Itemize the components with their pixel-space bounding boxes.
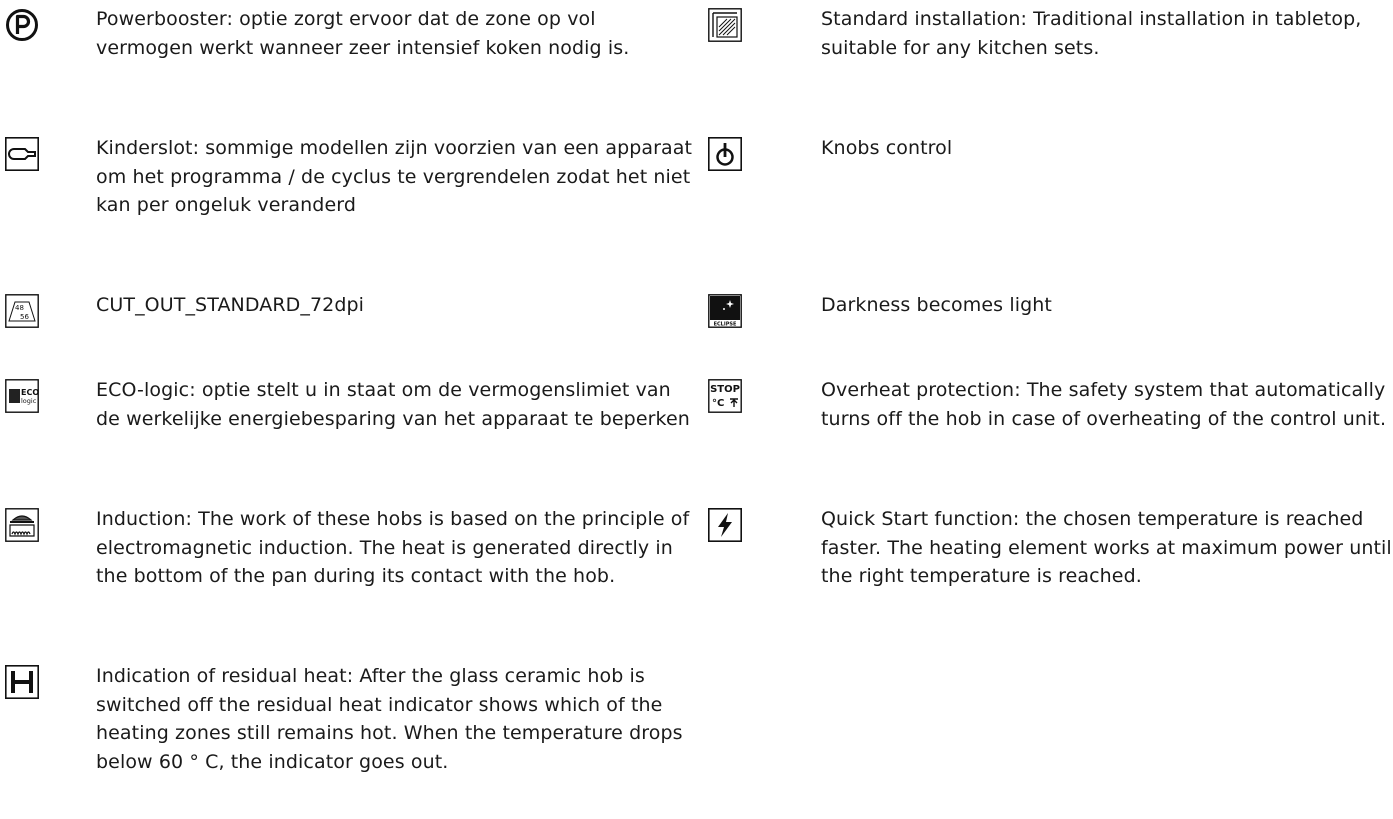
cut-out-top-label: 48 xyxy=(15,304,24,312)
cut-out-standard-icon: 48 56 xyxy=(5,294,39,328)
standard-installation-icon xyxy=(708,8,742,42)
cut-out-bottom-label: 56 xyxy=(20,313,29,321)
induction-icon xyxy=(5,508,39,542)
eclipse-label: ECLIPSE xyxy=(714,322,737,328)
feature-cut-out-standard: 48 56 CUT_OUT_STANDARD_72dpi xyxy=(5,291,696,328)
feature-text: Powerbooster: optie zorgt ervoor dat de … xyxy=(96,8,630,59)
celsius-label: °C xyxy=(712,398,724,409)
feature-text: Overheat protection: The safety system t… xyxy=(821,379,1387,430)
feature-quick-start: Quick Start function: the chosen tempera… xyxy=(708,505,1393,591)
feature-residual-heat: Indication of residual heat: After the g… xyxy=(5,662,696,776)
feature-child-lock: Kinderslot: sommige modellen zijn voorzi… xyxy=(5,134,696,220)
feature-overheat-protection: STOP °C Overheat protection: The safety … xyxy=(708,376,1393,433)
feature-powerbooster: Powerbooster: optie zorgt ervoor dat de … xyxy=(5,5,696,62)
feature-text: Darkness becomes light xyxy=(821,294,1052,316)
eco-logic-icon: ECO logic xyxy=(5,379,39,413)
eco-label: ECO xyxy=(21,388,39,397)
eclipse-icon: ECLIPSE xyxy=(708,294,742,328)
feature-eclipse: ECLIPSE Darkness becomes light xyxy=(708,291,1393,328)
feature-induction: Induction: The work of these hobs is bas… xyxy=(5,505,696,591)
quick-start-icon xyxy=(708,508,742,542)
feature-text: ECO-logic: optie stelt u in staat om de … xyxy=(96,379,690,430)
feature-text: Knobs control xyxy=(821,137,953,159)
logic-label: logic xyxy=(21,397,37,405)
knob-icon xyxy=(708,137,742,171)
child-lock-icon xyxy=(5,137,39,171)
feature-text: Induction: The work of these hobs is bas… xyxy=(96,508,690,587)
feature-text: Kinderslot: sommige modellen zijn voorzi… xyxy=(96,137,693,216)
feature-eco-logic: ECO logic ECO-logic: optie stelt u in st… xyxy=(5,376,696,433)
residual-heat-icon xyxy=(5,665,39,699)
feature-text: Indication of residual heat: After the g… xyxy=(96,665,683,773)
feature-text: CUT_OUT_STANDARD_72dpi xyxy=(96,294,365,316)
feature-text: Standard installation: Traditional insta… xyxy=(821,8,1362,59)
feature-standard-installation: Standard installation: Traditional insta… xyxy=(708,5,1393,62)
overheat-stop-icon: STOP °C xyxy=(708,379,742,413)
powerbooster-icon xyxy=(5,8,39,42)
feature-knobs-control: Knobs control xyxy=(708,134,1393,171)
feature-text: Quick Start function: the chosen tempera… xyxy=(821,508,1392,587)
stop-label: STOP xyxy=(710,384,740,395)
